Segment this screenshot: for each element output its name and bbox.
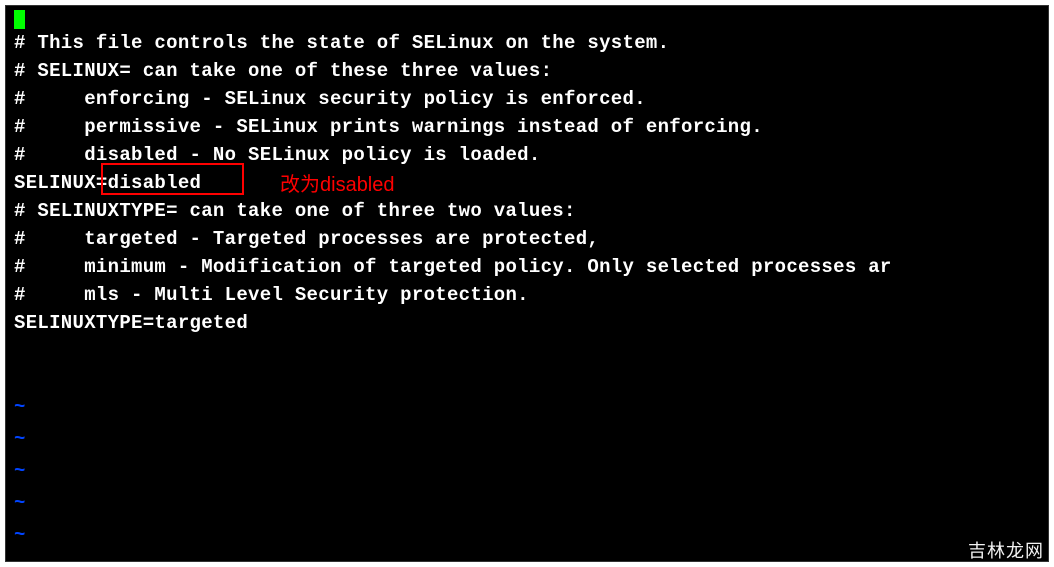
blank-line [14, 337, 1040, 365]
cursor-line [14, 10, 1040, 29]
config-line: # minimum - Modification of targeted pol… [14, 253, 1040, 281]
config-line: # disabled - No SELinux policy is loaded… [14, 141, 1040, 169]
config-line: # targeted - Targeted processes are prot… [14, 225, 1040, 253]
config-line: # permissive - SELinux prints warnings i… [14, 113, 1040, 141]
config-line: # This file controls the state of SELinu… [14, 29, 1040, 57]
config-line: # mls - Multi Level Security protection. [14, 281, 1040, 309]
empty-line-marker: ~ [14, 553, 1040, 562]
selinuxtype-setting-line: SELINUXTYPE=targeted [14, 309, 1040, 337]
empty-line-marker: ~ [14, 457, 1040, 485]
terminal-editor[interactable]: # This file controls the state of SELinu… [5, 5, 1049, 562]
config-line: # enforcing - SELinux security policy is… [14, 85, 1040, 113]
empty-line-marker: ~ [14, 489, 1040, 517]
empty-line-marker: ~ [14, 393, 1040, 421]
config-line: # SELINUX= can take one of these three v… [14, 57, 1040, 85]
watermark-text: 吉林龙网 [968, 537, 1044, 563]
selinux-setting-line: SELINUX=disabled [14, 169, 1040, 197]
blank-line [14, 365, 1040, 393]
cursor-block [14, 10, 25, 29]
empty-line-marker: ~ [14, 521, 1040, 549]
config-line: # SELINUXTYPE= can take one of three two… [14, 197, 1040, 225]
empty-line-marker: ~ [14, 425, 1040, 453]
